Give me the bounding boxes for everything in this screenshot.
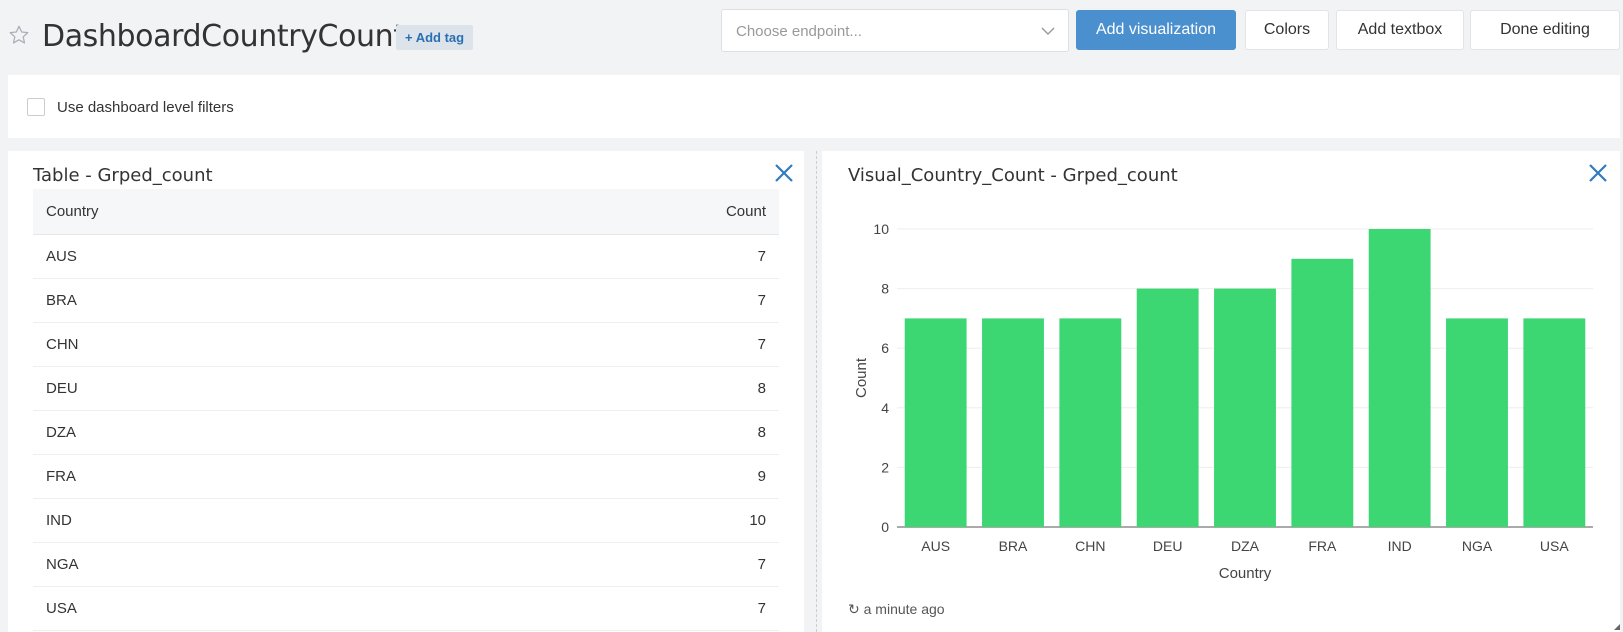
bar	[1523, 318, 1586, 527]
y-tick-label: 2	[881, 459, 889, 475]
x-tick-label: USA	[1540, 538, 1569, 554]
x-tick-label: CHN	[1075, 538, 1105, 554]
refresh-status: ↻ a minute ago	[848, 601, 945, 618]
bar-chart: 0 2 4 6 8 10 AUS BRA CHN DEU DZA FRA IND NGA USA Countr…	[853, 221, 1593, 582]
x-tick-label: DEU	[1153, 538, 1183, 554]
x-tick-label: IND	[1388, 538, 1412, 554]
x-tick-label: BRA	[999, 538, 1028, 554]
y-tick-label: 6	[881, 340, 889, 356]
bar	[1291, 258, 1354, 527]
y-axis-label: Count	[853, 357, 870, 398]
y-tick-label: 8	[881, 281, 889, 297]
y-tick-label: 4	[881, 400, 889, 416]
bar	[1368, 229, 1431, 527]
bar	[1214, 288, 1276, 527]
x-tick-label: NGA	[1462, 538, 1493, 554]
resize-handle-icon[interactable]	[1614, 624, 1620, 630]
refresh-time: a minute ago	[863, 601, 945, 617]
bar	[1136, 288, 1199, 527]
bar	[982, 318, 1044, 527]
refresh-icon: ↻	[848, 601, 860, 617]
x-tick-label: DZA	[1231, 538, 1260, 554]
y-tick-label: 0	[881, 519, 889, 535]
x-tick-label: AUS	[921, 538, 950, 554]
x-tick-label: FRA	[1308, 538, 1337, 554]
bar	[904, 318, 967, 527]
bar	[1446, 318, 1508, 527]
x-axis-label: Country	[1219, 565, 1272, 582]
bar	[1059, 318, 1122, 527]
y-tick-label: 10	[873, 221, 889, 237]
